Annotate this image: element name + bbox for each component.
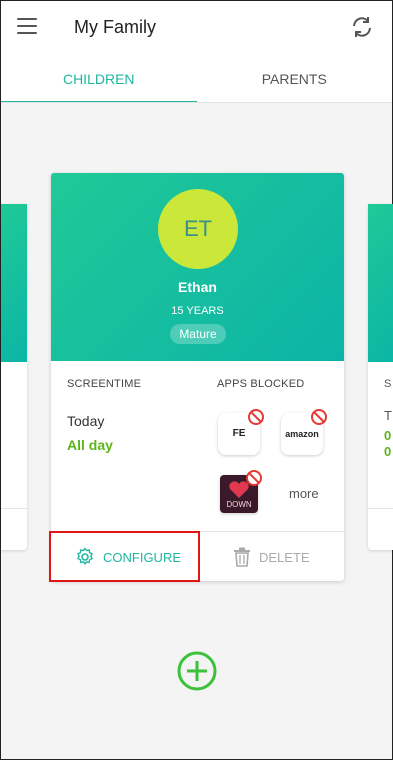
app-bar: My Family CHILDREN PARENTS — [1, 1, 392, 103]
side-today: T — [384, 408, 392, 423]
app-label-amazon: amazon — [285, 429, 319, 439]
hamburger-menu-icon[interactable] — [17, 18, 37, 34]
tab-parents[interactable]: PARENTS — [197, 63, 393, 103]
blocked-icon — [246, 470, 262, 486]
screentime-day: Today — [67, 413, 105, 429]
add-child-button[interactable] — [177, 651, 217, 691]
blocked-icon — [248, 409, 264, 425]
blocked-icon — [311, 409, 327, 425]
side-value-1: 0 — [384, 428, 392, 443]
tab-children[interactable]: CHILDREN — [1, 63, 197, 103]
delete-label: DELETE — [259, 549, 310, 565]
rating-badge: Mature — [170, 324, 226, 344]
next-child-card[interactable]: S T 0 0 — [368, 204, 393, 550]
refresh-icon[interactable] — [350, 15, 374, 39]
tab-bar: CHILDREN PARENTS — [1, 63, 392, 103]
child-name: Ethan — [178, 279, 217, 295]
child-card: ET Ethan 15 YEARS Mature SCREENTIME APPS… — [51, 173, 344, 581]
page-title: My Family — [74, 17, 156, 37]
trash-icon — [234, 547, 250, 567]
tabs-divider — [1, 102, 392, 103]
screentime-label: SCREENTIME — [67, 378, 142, 390]
child-age: 15 YEARS — [171, 305, 224, 317]
child-card-header: ET Ethan 15 YEARS Mature — [51, 173, 344, 361]
delete-button[interactable]: DELETE — [233, 532, 310, 581]
side-col-label: S — [384, 378, 392, 390]
avatar[interactable]: ET — [158, 189, 238, 269]
previous-child-card[interactable] — [1, 204, 27, 550]
app-label-down: DOWN — [226, 500, 252, 509]
highlight-box — [49, 531, 200, 582]
more-apps-link[interactable]: more — [289, 486, 319, 501]
screentime-value: All day — [67, 437, 113, 453]
app-label-fe: FE — [232, 428, 246, 439]
side-value-2: 0 — [384, 444, 392, 459]
apps-blocked-label: APPS BLOCKED — [217, 378, 305, 390]
